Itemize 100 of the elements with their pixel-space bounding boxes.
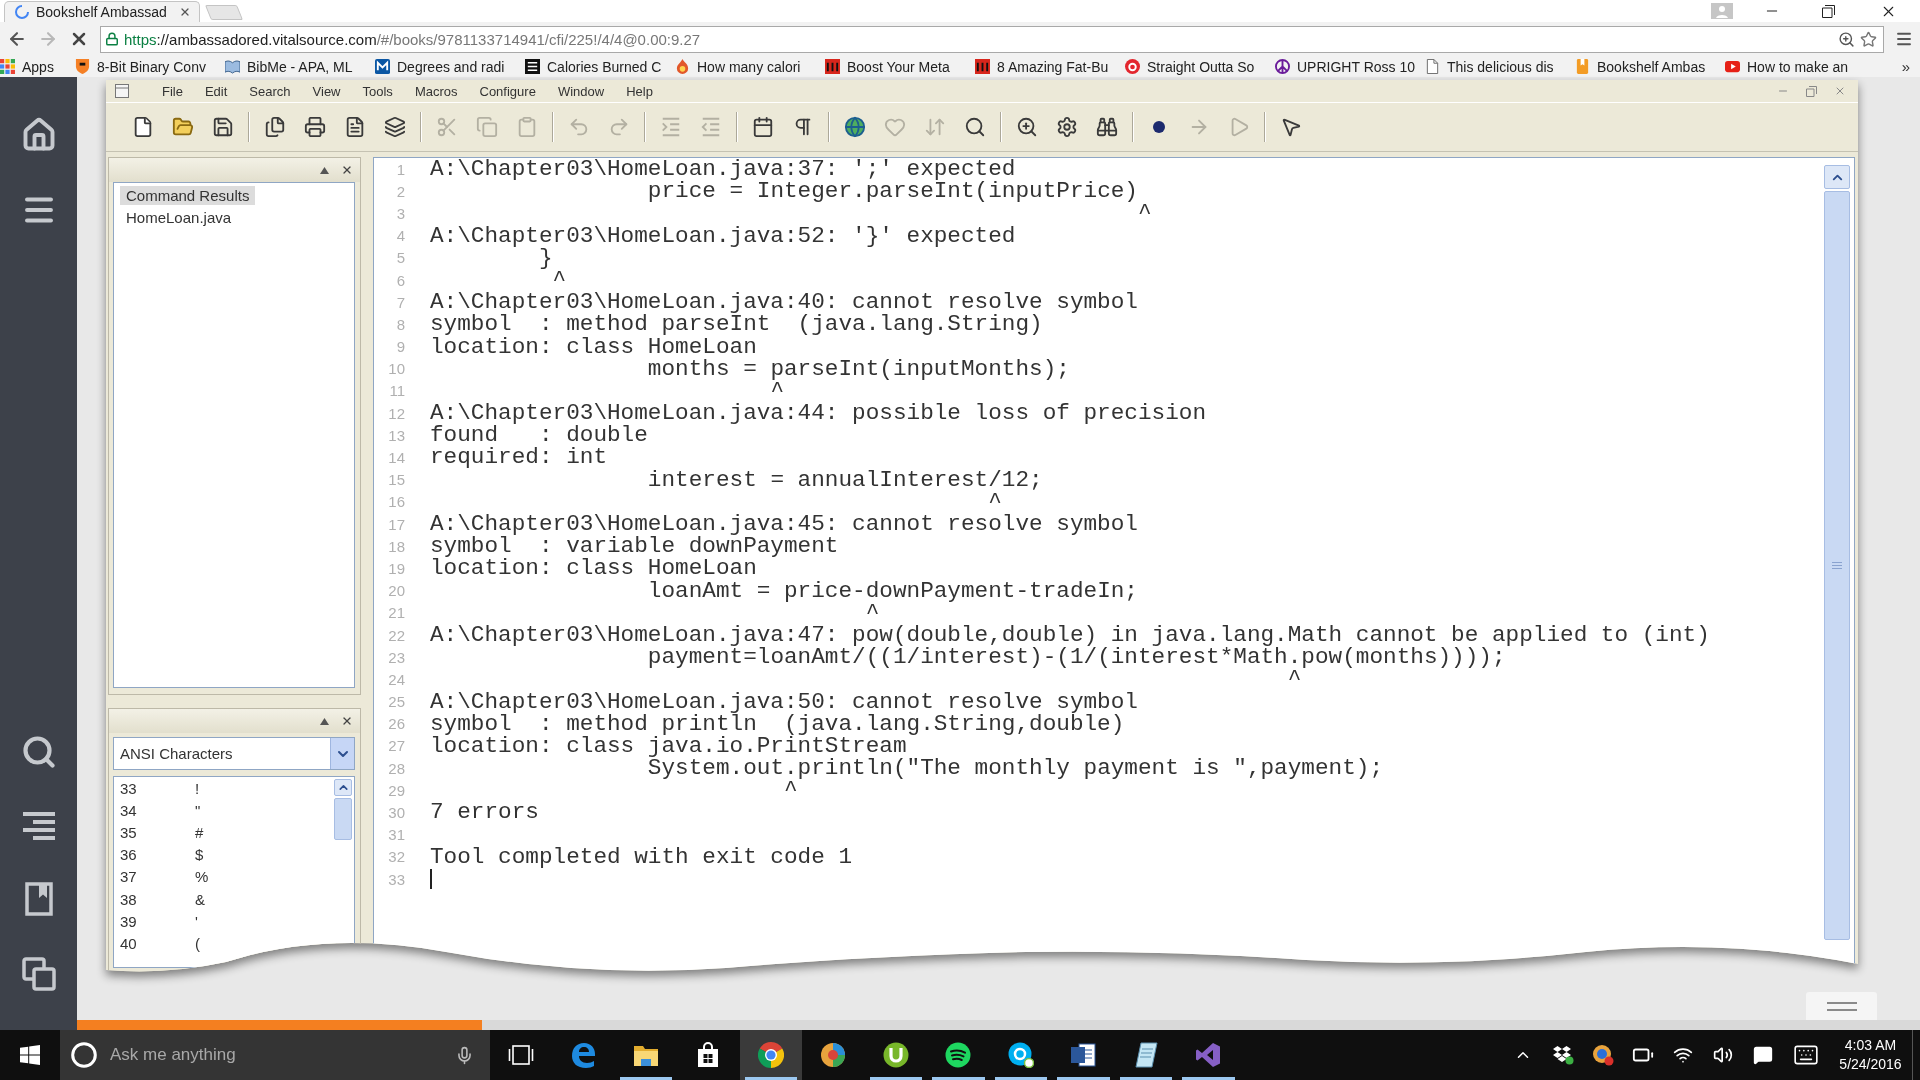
files-icon[interactable] — [264, 116, 286, 138]
output-line: System.out.println("The monthly payment is ",payment); — [647, 757, 1384, 780]
segmented-disc-icon[interactable] — [820, 1042, 847, 1068]
layers-icon[interactable] — [384, 116, 406, 138]
restore-icon[interactable] — [1822, 4, 1835, 18]
search-field[interactable]: Ask me anything — [60, 1030, 490, 1080]
character-set-dropdown[interactable]: ANSI Characters — [113, 737, 355, 770]
message-icon[interactable] — [1753, 1045, 1773, 1065]
menu-icon[interactable] — [1895, 30, 1913, 48]
menu-item[interactable]: Search — [238, 83, 302, 99]
edge-icon[interactable] — [570, 1042, 597, 1068]
bookmark-link[interactable]: Straight Outta So — [1125, 58, 1275, 75]
document-icon[interactable] — [344, 116, 366, 138]
char-glyph: ( — [195, 934, 200, 952]
bookmark-link[interactable]: Boost Your Meta — [825, 58, 975, 75]
bookmark-link[interactable]: Degrees and radi — [375, 58, 525, 75]
grid-icon — [0, 59, 15, 74]
char-glyph: " — [195, 801, 201, 819]
search-icon[interactable] — [20, 734, 57, 770]
menu-item[interactable]: Macros — [403, 83, 469, 99]
lines-icon[interactable] — [1826, 1001, 1857, 1011]
handle-button[interactable] — [1806, 992, 1877, 1020]
list-icon[interactable] — [21, 811, 56, 841]
disc-badge-icon[interactable] — [1592, 1044, 1614, 1066]
output-line: payment=loanAmt/((1/interest)-(1/(interest*Math.pow(months)))); — [647, 646, 1506, 669]
search-icon[interactable] — [964, 116, 986, 138]
output-line: months = parseInt(inputMonths); — [647, 357, 1070, 380]
menu-item[interactable]: File — [151, 83, 194, 99]
close-icon[interactable] — [179, 6, 191, 18]
triangle-icon[interactable] — [320, 717, 329, 725]
skype-icon[interactable] — [1007, 1042, 1034, 1068]
menu-item[interactable]: Edit — [193, 83, 239, 99]
taskbar-button[interactable] — [739, 1030, 802, 1080]
menu-item[interactable]: Tools — [351, 83, 404, 99]
line-number: 26 — [387, 715, 405, 733]
word-icon[interactable] — [1070, 1042, 1097, 1068]
line-number: 30 — [387, 804, 405, 822]
triangle-icon[interactable] — [320, 166, 329, 174]
task-view-icon[interactable] — [508, 1045, 534, 1065]
windows-logo-icon[interactable] — [20, 1045, 40, 1065]
zoom-icon[interactable] — [1838, 30, 1855, 48]
file-list-item[interactable]: HomeLoan.java — [120, 208, 238, 227]
bookmark-link[interactable]: 8-Bit Binary Conv — [75, 58, 225, 75]
microphone-icon[interactable] — [455, 1045, 474, 1065]
visual-studio-icon[interactable] — [1195, 1042, 1222, 1068]
star-icon[interactable] — [1860, 30, 1877, 48]
file-list-item[interactable]: Command Results — [120, 186, 256, 205]
printer-icon[interactable] — [304, 116, 326, 138]
scroll-thumb[interactable] — [1824, 191, 1850, 940]
bookmark-link[interactable]: 8 Amazing Fat-Bu — [975, 58, 1125, 75]
notepad-icon[interactable] — [1132, 1042, 1159, 1068]
line-number: 22 — [387, 626, 405, 644]
char-glyph: & — [195, 890, 205, 908]
volume-icon[interactable] — [1713, 1045, 1733, 1065]
bookmark-link[interactable]: Calories Burned C — [525, 58, 675, 75]
menu-item[interactable]: Help — [615, 83, 664, 99]
chrome-icon[interactable] — [757, 1042, 784, 1068]
char-glyph: ! — [195, 779, 200, 797]
char-glyph: % — [195, 868, 209, 886]
menu-item[interactable]: Window — [546, 83, 616, 99]
pointer-icon[interactable] — [1280, 116, 1302, 138]
char-glyph: ' — [195, 912, 198, 930]
wifi-icon[interactable] — [1673, 1045, 1693, 1065]
spotify-icon[interactable] — [945, 1042, 972, 1068]
overlapping-squares-icon[interactable] — [21, 957, 56, 991]
bookmark-link[interactable]: How to make an — [1725, 58, 1875, 75]
bookmark-link[interactable]: UPRIGHT Ross 10 — [1275, 58, 1425, 75]
globe-icon[interactable] — [844, 116, 866, 138]
menu-item[interactable]: View — [301, 83, 352, 99]
calendar-icon[interactable] — [752, 116, 774, 138]
browser-tab[interactable]: Bookshelf Ambassad — [4, 1, 200, 22]
bookmark-link[interactable]: BibMe - APA, ML — [225, 58, 375, 75]
more-bookmarks-button[interactable]: » — [1901, 58, 1910, 75]
gear-icon[interactable] — [1056, 116, 1078, 138]
bookmark-link[interactable]: Bookshelf Ambas — [1575, 58, 1725, 75]
bookmark-page-icon[interactable] — [24, 882, 53, 916]
bookmark-link[interactable]: Apps — [0, 58, 75, 75]
binoculars-icon[interactable] — [1096, 116, 1118, 138]
line-number: 11 — [388, 382, 405, 400]
progress-track[interactable] — [77, 1020, 1920, 1030]
output-line: A:\Chapter03\HomeLoan.java:47: pow(double,double) in java.lang.Math cannot be applied to (int) — [430, 623, 1710, 647]
close-icon[interactable] — [341, 715, 353, 727]
output-line: found : double — [430, 424, 648, 447]
zoom-in-icon[interactable] — [1016, 116, 1038, 138]
record-dot-icon[interactable] — [1153, 121, 1165, 133]
menu-item[interactable]: Configure — [468, 83, 547, 99]
new-file-icon[interactable] — [132, 116, 154, 138]
line-number: 23 — [387, 648, 405, 666]
back-arrow-icon[interactable] — [7, 29, 27, 49]
bookmark-link[interactable]: How many calori — [675, 58, 825, 75]
scroll-thumb[interactable] — [334, 798, 352, 840]
utorrent-icon[interactable] — [882, 1042, 909, 1068]
close-icon[interactable] — [341, 164, 353, 176]
bookmark-link[interactable]: This delicious dis — [1425, 58, 1575, 75]
save-icon[interactable] — [212, 116, 234, 138]
shield-icon — [75, 59, 90, 74]
address-field[interactable]: https://ambassadored.vitalsource.com/#/books/9781133714941/cfi/225!/4/4@0.00:9.27 — [100, 25, 1884, 53]
clock-date: 5/24/2016 — [1839, 1055, 1902, 1074]
output-line: ^ — [770, 379, 784, 403]
dropbox-icon[interactable] — [1552, 1045, 1574, 1065]
